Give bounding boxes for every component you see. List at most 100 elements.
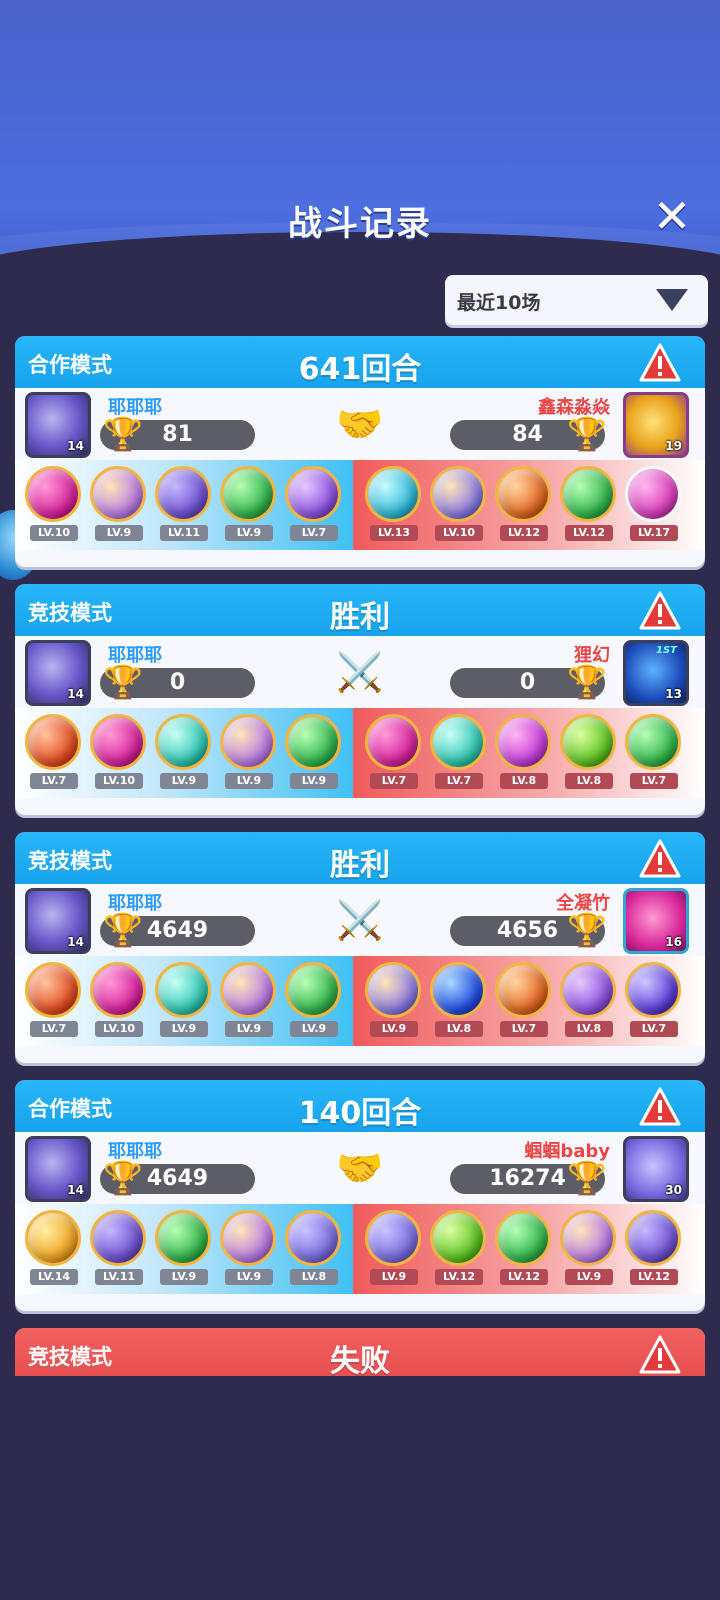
spirit-orb[interactable]	[430, 714, 486, 770]
spirit-orb[interactable]	[560, 714, 616, 770]
trophy-icon: 🏆	[567, 663, 607, 701]
spirit-orb[interactable]	[430, 1210, 486, 1266]
result-label: 胜利	[330, 848, 390, 883]
spirit-level: LV.9	[225, 1021, 273, 1037]
close-button[interactable]: ✕	[650, 193, 694, 240]
spirit-orb[interactable]	[365, 962, 421, 1018]
spirit-orb[interactable]	[220, 1210, 276, 1266]
spirit-level: LV.7	[435, 773, 483, 789]
spirit-orb[interactable]	[625, 714, 681, 770]
spirit-orb[interactable]	[625, 962, 681, 1018]
spirit-orb[interactable]	[430, 466, 486, 522]
spirit-orb[interactable]	[90, 466, 146, 522]
spirit-orb[interactable]	[285, 714, 341, 770]
spirit-orb[interactable]	[25, 1210, 81, 1266]
report-warning-icon[interactable]	[639, 342, 681, 384]
spirit-level: LV.9	[160, 1269, 208, 1285]
spirit-level: LV.9	[225, 1269, 273, 1285]
spirit-level: LV.9	[160, 773, 208, 789]
spirit-orb[interactable]	[560, 466, 616, 522]
handshake-icon: 🤝	[336, 1146, 384, 1190]
battle-record-card[interactable]: 竞技模式 胜利 14 耶耶耶 4649 🏆 ⚔️ 全凝竹 4656 🏆 16 L…	[15, 832, 705, 1063]
spirit-level: LV.10	[435, 525, 483, 541]
spirit-orb[interactable]	[495, 962, 551, 1018]
player-avatar[interactable]: 14	[25, 1136, 91, 1202]
spirit-orb[interactable]	[495, 1210, 551, 1266]
player-avatar[interactable]: 14	[25, 888, 91, 954]
spirit-orb[interactable]	[155, 714, 211, 770]
spirit-orb[interactable]	[155, 962, 211, 1018]
card-header: 竞技模式 胜利	[15, 584, 705, 636]
result-label: 失败	[330, 1344, 390, 1376]
opponent-avatar[interactable]: 30	[623, 1136, 689, 1202]
header-background	[0, 0, 720, 300]
player-avatar[interactable]: 14	[25, 640, 91, 706]
player-level: 14	[67, 1183, 84, 1197]
spirit-level: LV.7	[290, 525, 338, 541]
trophy-icon: 🏆	[567, 415, 607, 453]
spirit-level: LV.11	[160, 525, 208, 541]
crossed-swords-icon: ⚔️	[336, 650, 384, 694]
spirit-orb[interactable]	[285, 466, 341, 522]
spirit-orb[interactable]	[25, 714, 81, 770]
spirit-orb[interactable]	[430, 962, 486, 1018]
spirit-orb[interactable]	[90, 714, 146, 770]
spirit-orb[interactable]	[155, 466, 211, 522]
battle-record-card[interactable]: 合作模式 140回合 14 耶耶耶 4649 🏆 🤝 蝈蝈baby 16274 …	[15, 1080, 705, 1311]
spirit-orb[interactable]	[25, 962, 81, 1018]
opponent-avatar[interactable]: 1ST 13	[623, 640, 689, 706]
trophy-icon: 🏆	[103, 1159, 143, 1197]
battle-record-card[interactable]: 合作模式 641回合 14 耶耶耶 81 🏆 🤝 鑫森淼焱 84 🏆 19 LV…	[15, 336, 705, 567]
player-avatar[interactable]: 14	[25, 392, 91, 458]
battle-record-card[interactable]: 竞技模式 失败	[15, 1328, 705, 1376]
opponent-level: 13	[665, 687, 682, 701]
spirit-orb[interactable]	[560, 962, 616, 1018]
spirit-level: LV.7	[30, 1021, 78, 1037]
spirit-orb[interactable]	[495, 714, 551, 770]
report-warning-icon[interactable]	[639, 1086, 681, 1128]
card-header: 竞技模式 失败	[15, 1328, 705, 1376]
spirit-orb[interactable]	[365, 466, 421, 522]
spirit-level: LV.8	[290, 1269, 338, 1285]
spirit-orb[interactable]	[625, 466, 681, 522]
spirit-level: LV.7	[630, 1021, 678, 1037]
spirit-orb[interactable]	[365, 714, 421, 770]
spirit-level: LV.7	[370, 773, 418, 789]
spirit-level: LV.8	[435, 1021, 483, 1037]
spirit-level: LV.9	[370, 1021, 418, 1037]
record-range-dropdown[interactable]: 最近10场	[445, 275, 708, 325]
report-warning-icon[interactable]	[639, 838, 681, 880]
spirit-level: LV.9	[95, 525, 143, 541]
opponent-avatar[interactable]: 16	[623, 888, 689, 954]
spirit-level: LV.9	[290, 1021, 338, 1037]
spirit-level: LV.8	[565, 773, 613, 789]
spirit-orb[interactable]	[155, 1210, 211, 1266]
report-warning-icon[interactable]	[639, 590, 681, 632]
trophy-icon: 🏆	[103, 911, 143, 949]
player-level: 14	[67, 935, 84, 949]
report-warning-icon[interactable]	[639, 1334, 681, 1376]
spirit-level: LV.9	[370, 1269, 418, 1285]
spirit-level: LV.7	[500, 1021, 548, 1037]
spirit-orb[interactable]	[220, 962, 276, 1018]
spirit-orb[interactable]	[560, 1210, 616, 1266]
spirit-orb[interactable]	[90, 1210, 146, 1266]
battle-record-card[interactable]: 竞技模式 胜利 14 耶耶耶 0 🏆 ⚔️ 狸幻 0 🏆 1ST 13 LV.7…	[15, 584, 705, 815]
opponent-level: 16	[665, 935, 682, 949]
spirit-level: LV.11	[95, 1269, 143, 1285]
spirit-orb[interactable]	[495, 466, 551, 522]
result-label: 胜利	[330, 600, 390, 635]
spirit-orb[interactable]	[90, 962, 146, 1018]
spirit-orb[interactable]	[365, 1210, 421, 1266]
page-title: 战斗记录	[288, 204, 432, 244]
trophy-icon: 🏆	[567, 911, 607, 949]
spirit-orb[interactable]	[625, 1210, 681, 1266]
spirit-orb[interactable]	[285, 1210, 341, 1266]
spirit-orb[interactable]	[285, 962, 341, 1018]
result-label: 140回合	[298, 1096, 422, 1131]
opponent-avatar[interactable]: 19	[623, 392, 689, 458]
spirit-orb[interactable]	[220, 714, 276, 770]
spirit-orb[interactable]	[220, 466, 276, 522]
spirit-level: LV.10	[95, 1021, 143, 1037]
spirit-orb[interactable]	[25, 466, 81, 522]
